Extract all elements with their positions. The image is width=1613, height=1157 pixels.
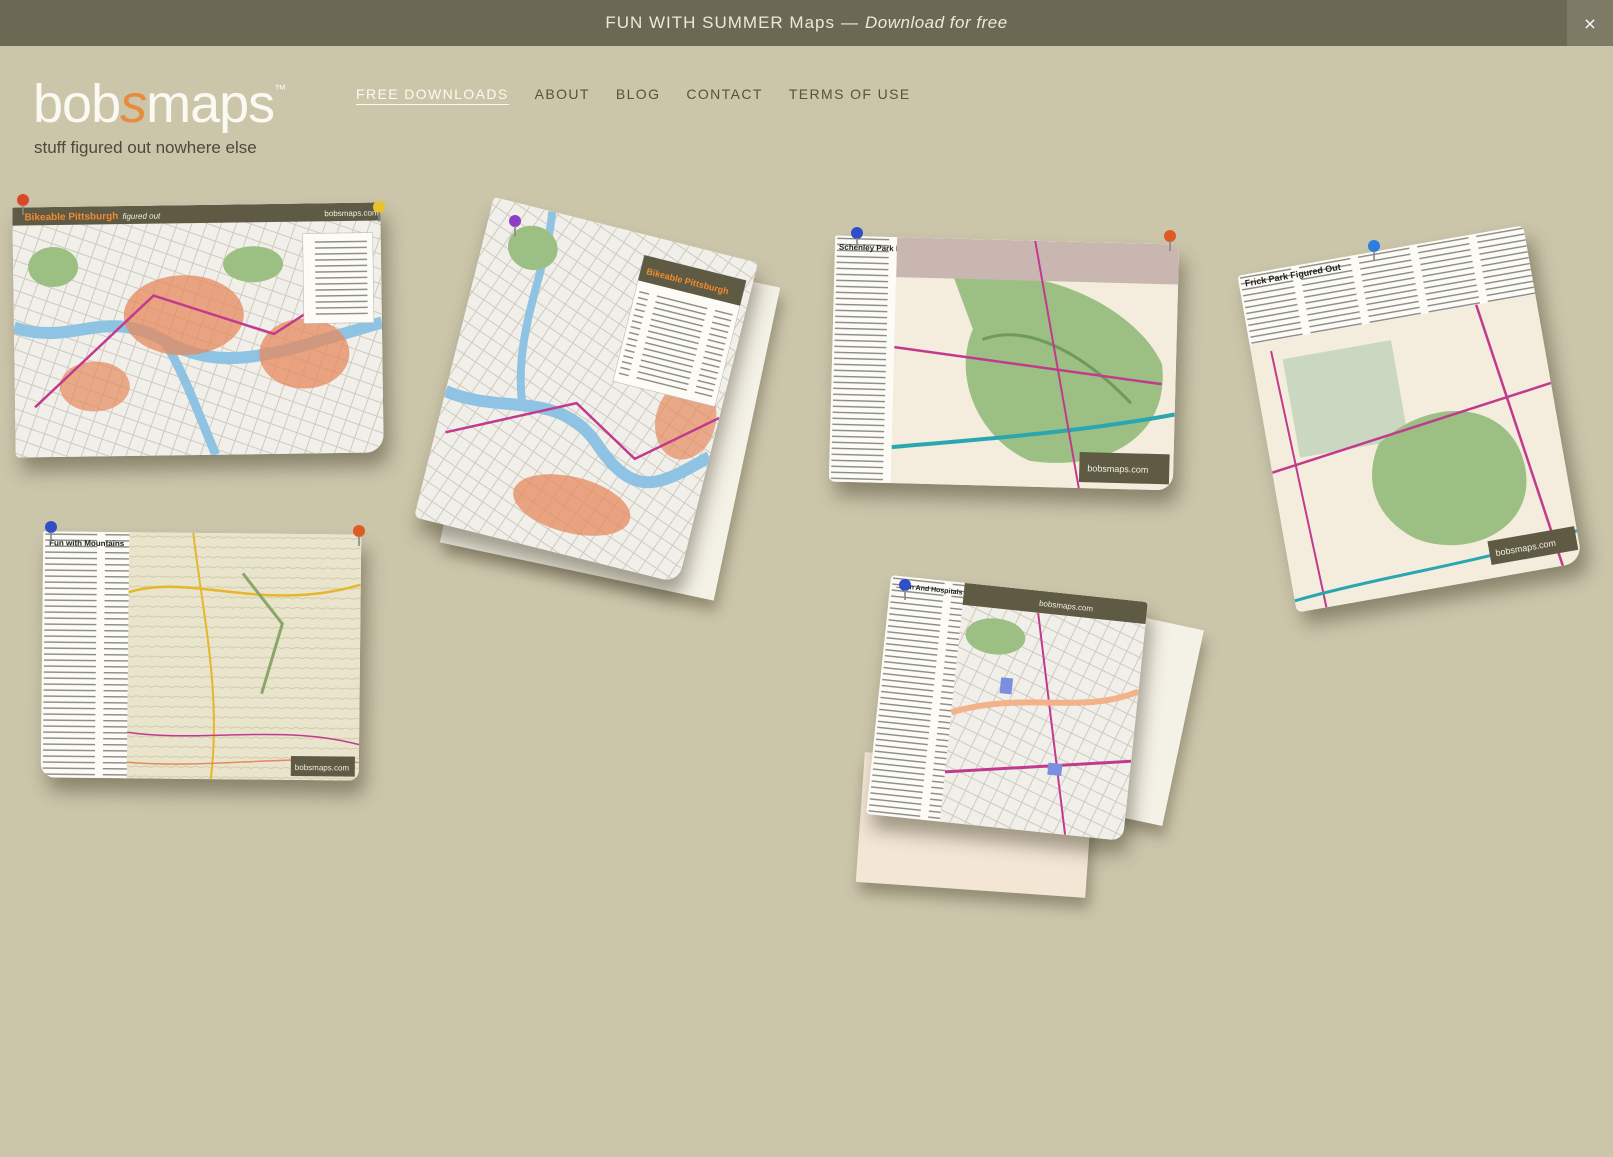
svg-text:figured out: figured out [122, 212, 161, 222]
nav-free-downloads[interactable]: FREE DOWNLOADS [356, 86, 509, 105]
map-card-schenley-park[interactable]: Schenley Park Figured Out bobsmaps.com [828, 235, 1180, 491]
announcement-cta[interactable]: Download for free [865, 13, 1008, 33]
announcement-bar[interactable]: FUN WITH SUMMER Maps — Download for free [0, 0, 1613, 46]
announcement-close-button[interactable]: × [1567, 0, 1613, 46]
pushpin-blue-icon [42, 520, 60, 542]
site-logo[interactable]: bobsmaps™ [33, 76, 286, 132]
pushpin-orange-icon [350, 524, 368, 546]
nav-terms-of-use[interactable]: TERMS OF USE [789, 86, 911, 105]
announcement-separator: — [840, 13, 859, 32]
main-nav: FREE DOWNLOADS ABOUT BLOG CONTACT TERMS … [356, 86, 911, 105]
trademark-symbol: ™ [274, 82, 287, 96]
map-1-title: Bikeable Pittsburgh [24, 211, 118, 223]
nav-about[interactable]: ABOUT [535, 86, 590, 105]
map-5-title: Fun with Mountains [49, 538, 125, 548]
svg-text:bobsmaps.com: bobsmaps.com [295, 763, 350, 773]
map-card-bikeable-pittsburgh[interactable]: Bikeable Pittsburgh figured out bobsmaps… [12, 202, 384, 458]
logo-wordmark: bobsmaps [33, 74, 275, 134]
map-card-hospitals[interactable]: ...ean And Hospitals bobsmaps.com [866, 575, 1148, 841]
pushpin-blue-icon [896, 578, 914, 600]
nav-contact[interactable]: CONTACT [686, 86, 762, 105]
pushpin-blue-icon [848, 226, 866, 248]
pushpin-yellow-icon [370, 200, 388, 222]
map-card-fun-with-mountains[interactable]: Fun with Mountains bobsmaps.com [40, 531, 362, 781]
pushpin-purple-icon [506, 214, 524, 236]
nav-blog[interactable]: BLOG [616, 86, 661, 105]
pushpin-orange-icon [1161, 229, 1179, 251]
announcement-lead: FUN WITH SUMMER Maps [605, 13, 835, 32]
pushpin-red-icon [14, 193, 32, 215]
map-card-frick-park[interactable]: Frick Park Figured Out bobsmaps.com [1237, 225, 1583, 613]
site-tagline: stuff figured out nowhere else [34, 138, 257, 157]
svg-text:bobsmaps.com: bobsmaps.com [1087, 463, 1148, 475]
pushpin-light-blue-icon [1365, 239, 1383, 261]
